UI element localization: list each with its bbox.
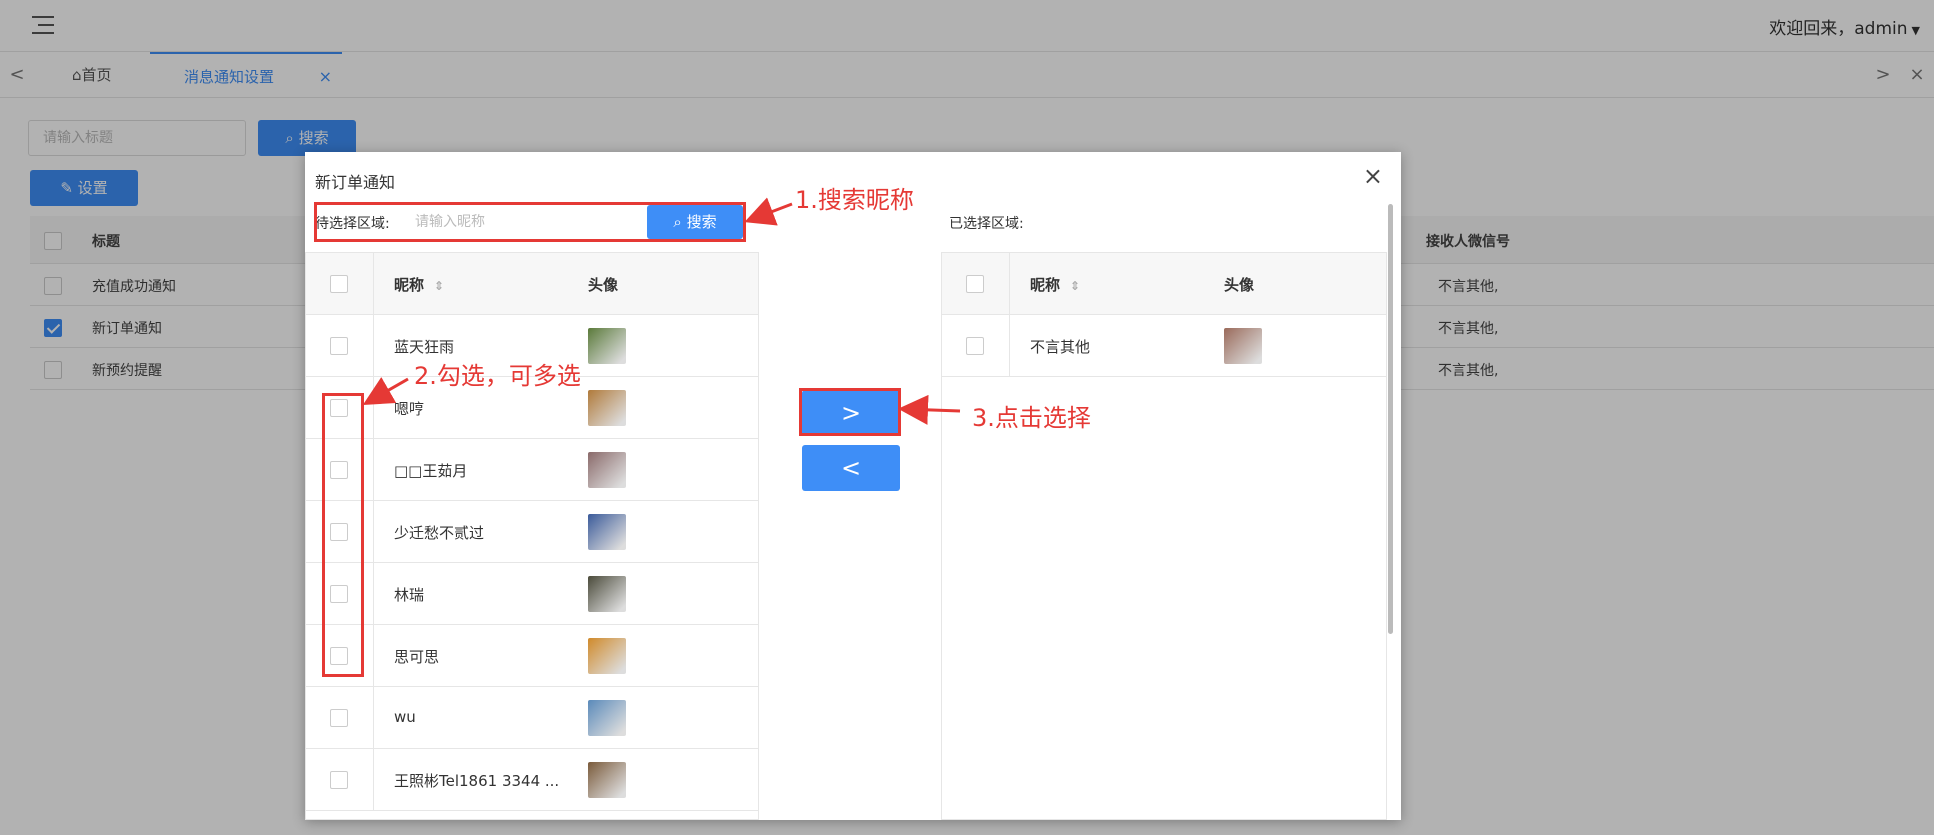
selected-list: 昵称 ⇕ 头像 不言其他 bbox=[941, 252, 1387, 820]
annotation-step3: 3.点击选择 bbox=[972, 404, 1091, 432]
avatar bbox=[588, 576, 626, 612]
nickname: wu bbox=[394, 708, 416, 726]
avatar bbox=[1224, 328, 1262, 364]
dialog-scrollbar[interactable] bbox=[1388, 204, 1393, 634]
list-item[interactable]: □□王茹月 bbox=[306, 439, 758, 501]
row-checkbox[interactable] bbox=[330, 337, 348, 355]
annotation-step1: 1.搜索昵称 bbox=[795, 186, 914, 214]
column-avatar: 头像 bbox=[1224, 276, 1255, 294]
row-checkbox[interactable] bbox=[330, 771, 348, 789]
avatar bbox=[588, 328, 626, 364]
avatar bbox=[588, 452, 626, 488]
annotation-box-checkboxes bbox=[322, 393, 364, 677]
move-to-candidates-button[interactable]: < bbox=[802, 445, 900, 491]
nickname: 嗯哼 bbox=[394, 400, 425, 418]
avatar bbox=[588, 390, 626, 426]
annotation-step2: 2.勾选，可多选 bbox=[414, 362, 581, 390]
nickname: 不言其他 bbox=[1030, 338, 1091, 356]
select-all-selected-checkbox[interactable] bbox=[966, 275, 984, 293]
nickname: 蓝天狂雨 bbox=[394, 338, 455, 356]
annotation-box-search bbox=[314, 202, 746, 242]
avatar bbox=[588, 700, 626, 736]
sort-icon[interactable]: ⇕ bbox=[434, 279, 444, 293]
close-icon[interactable]: × bbox=[1363, 164, 1383, 188]
select-all-candidates-checkbox[interactable] bbox=[330, 275, 348, 293]
column-nickname[interactable]: 昵称 ⇕ bbox=[1030, 274, 1080, 295]
column-avatar: 头像 bbox=[588, 276, 619, 294]
list-item[interactable]: wu bbox=[306, 687, 758, 749]
candidate-list-header: 昵称 ⇕ 头像 bbox=[306, 253, 758, 315]
nickname: □□王茹月 bbox=[394, 462, 468, 480]
nickname: 少迁愁不贰过 bbox=[394, 524, 485, 542]
candidate-list: 昵称 ⇕ 头像 蓝天狂雨嗯哼 □□王茹月少迁愁不贰过 林瑞思可思 wu 王照彬Tel186… bbox=[305, 252, 759, 820]
avatar bbox=[588, 638, 626, 674]
avatar bbox=[588, 514, 626, 550]
list-item[interactable]: 思可思 bbox=[306, 625, 758, 687]
row-checkbox[interactable] bbox=[966, 337, 984, 355]
list-item[interactable]: 王照彬Tel1861 3344 ... bbox=[306, 749, 758, 811]
annotation-box-move-button bbox=[799, 388, 901, 436]
row-checkbox[interactable] bbox=[330, 709, 348, 727]
list-item[interactable]: 少迁愁不贰过 bbox=[306, 501, 758, 563]
nickname: 思可思 bbox=[394, 648, 440, 666]
nickname: 王照彬Tel1861 3344 ... bbox=[394, 772, 560, 790]
avatar bbox=[588, 762, 626, 798]
list-item[interactable]: 林瑞 bbox=[306, 563, 758, 625]
dialog-title: 新订单通知 bbox=[315, 173, 396, 192]
list-item[interactable]: 不言其他 bbox=[942, 315, 1386, 377]
column-nickname[interactable]: 昵称 ⇕ bbox=[394, 274, 444, 295]
nickname: 林瑞 bbox=[394, 586, 425, 604]
select-recipients-dialog: 新订单通知 × 待选择区域: 请输入昵称 ⌕ 搜索 已选择区域: 昵称 ⇕ 头像 … bbox=[305, 152, 1401, 820]
selected-list-header: 昵称 ⇕ 头像 bbox=[942, 253, 1386, 315]
selected-area-label: 已选择区域: bbox=[949, 216, 1024, 232]
sort-icon[interactable]: ⇕ bbox=[1070, 279, 1080, 293]
